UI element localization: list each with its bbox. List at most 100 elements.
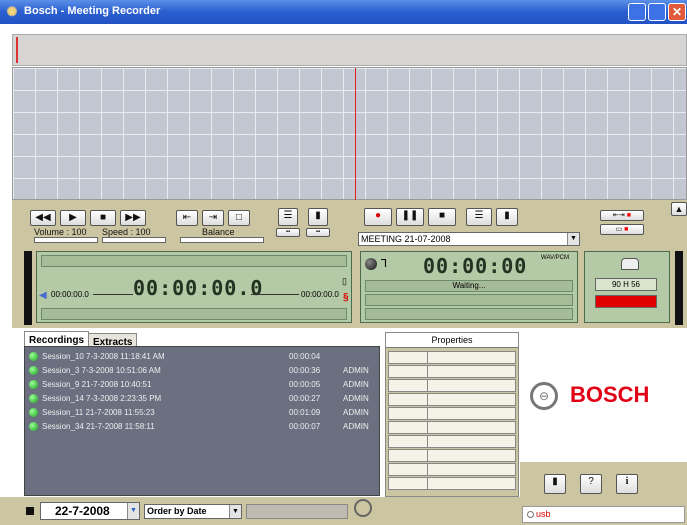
meeting-select[interactable]: MEETING 21-07-2008 ▼ xyxy=(358,232,580,246)
search-icon[interactable] xyxy=(354,499,372,517)
microphone-icon: ⅂ xyxy=(381,258,388,270)
footer-right-panel: ▮ ? i usb xyxy=(520,462,687,525)
record-stop-button[interactable]: ■ xyxy=(428,208,456,226)
volume-slider[interactable] xyxy=(34,237,98,243)
disk-usage-bar xyxy=(595,295,657,308)
status-dot-icon xyxy=(29,352,38,361)
help-button[interactable]: ? xyxy=(580,474,602,494)
waveform-grid[interactable] xyxy=(12,67,687,201)
property-divider xyxy=(427,394,428,405)
property-row xyxy=(388,365,516,378)
list-item[interactable]: Session_3 7-3-2008 10:51:06 AM 00:00:36 AD… xyxy=(25,364,381,377)
recording-user: ADMIN xyxy=(343,408,369,417)
play-button[interactable]: ▶ xyxy=(60,210,86,226)
scroll-up-button[interactable]: ▲ xyxy=(671,202,687,216)
playback-time: 00:00:00.0 xyxy=(133,276,264,300)
extract-button[interactable]: □ xyxy=(228,210,250,226)
date-select[interactable]: 22-7-2008 ▼ xyxy=(40,502,140,520)
meeting-view-button[interactable]: ☰ xyxy=(278,208,298,226)
order-select[interactable]: Order by Date ▼ xyxy=(144,504,242,519)
fast-forward-button[interactable]: ▶▶ xyxy=(120,210,146,226)
position-line-right xyxy=(251,294,299,295)
recorder-display: ⅂ 00:00:00 WAV/PCM Waiting... xyxy=(360,251,578,323)
recorder-time: 00:00:00 xyxy=(423,254,528,278)
property-row xyxy=(388,351,516,364)
recording-duration: 00:01:09 xyxy=(289,408,321,417)
list-item[interactable]: Session_9 21-7-2008 10:40:51 00:00:05 ADMI… xyxy=(25,378,381,391)
chevron-down-icon: ▼ xyxy=(567,233,579,245)
output-level-toggle[interactable]: ⇤⇥ ■ xyxy=(600,210,644,221)
app-icon: ✺ xyxy=(6,4,18,19)
recording-duration: 00:00:05 xyxy=(289,380,321,389)
mark-out-button[interactable]: ⇥ xyxy=(202,210,224,226)
recorder-info-bar-2 xyxy=(365,308,573,320)
marker-icon: § xyxy=(343,292,349,303)
brand-panel: ⊖ BOSCH xyxy=(520,332,687,462)
window-title: Bosch - Meeting Recorder xyxy=(24,5,161,17)
balance-slider[interactable] xyxy=(180,237,264,243)
position-line-left xyxy=(93,294,133,295)
volume-label: Volume : 100 xyxy=(34,227,87,237)
recordings-list[interactable]: Session_10 7-3-2008 11:18:41 AM 00:00:04 S… xyxy=(24,346,380,496)
recording-name: Session_10 7-3-2008 11:18:41 AM xyxy=(42,352,165,361)
tab-extracts[interactable]: Extracts xyxy=(88,333,138,348)
property-row xyxy=(388,393,516,406)
usb-status-label: usb xyxy=(536,509,551,519)
close-button[interactable]: ✕ xyxy=(668,3,686,21)
microphone-select-button[interactable]: ▮ xyxy=(308,208,328,226)
list-item[interactable]: Session_34 21-7-2008 11:58:11 00:00:07 ADM… xyxy=(25,420,381,433)
meeting-settings-button[interactable]: ☰ xyxy=(466,208,492,226)
bosch-logo-icon: ⊖ xyxy=(530,382,558,410)
order-select-value: Order by Date xyxy=(147,506,207,516)
speed-slider[interactable] xyxy=(102,237,166,243)
filter-checkbox[interactable] xyxy=(26,507,34,515)
input-level-toggle[interactable]: ▭ ■ xyxy=(600,224,644,235)
playback-info-bar xyxy=(41,255,347,267)
recording-duration: 00:00:27 xyxy=(289,394,321,403)
maximize-button[interactable] xyxy=(648,3,666,21)
tab-recordings[interactable]: Recordings xyxy=(24,331,90,346)
recorder-info-bar-1 xyxy=(365,294,573,306)
chevron-down-icon: ▼ xyxy=(127,503,139,519)
properties-panel: Properties xyxy=(385,332,519,497)
properties-header: Properties xyxy=(386,333,518,348)
recording-name: Session_34 21-7-2008 11:58:11 xyxy=(42,422,155,431)
speed-label: Speed : 100 xyxy=(102,227,151,237)
status-dot-icon xyxy=(29,380,38,389)
recording-name: Session_9 21-7-2008 10:40:51 xyxy=(42,380,152,389)
status-dot-icon xyxy=(29,422,38,431)
chevron-down-icon: ▼ xyxy=(229,505,241,518)
list-item[interactable]: Session_10 7-3-2008 11:18:41 AM 00:00:04 xyxy=(25,350,381,363)
search-field[interactable] xyxy=(246,504,348,519)
property-row xyxy=(388,435,516,448)
property-divider xyxy=(427,408,428,419)
mark-in-button[interactable]: ⇤ xyxy=(176,210,198,226)
rewind-button[interactable]: ◀◀ xyxy=(30,210,56,226)
user-login-button[interactable]: ▮ xyxy=(544,474,566,494)
property-divider xyxy=(427,464,428,475)
property-row xyxy=(388,449,516,462)
minimize-button[interactable] xyxy=(628,3,646,21)
recording-user: ADMIN xyxy=(343,394,369,403)
record-button[interactable]: ● xyxy=(364,208,392,226)
recording-name: Session_11 21-7-2008 11:55:23 xyxy=(42,408,155,417)
balance-label: Balance xyxy=(202,227,235,237)
property-row xyxy=(388,407,516,420)
info-button[interactable]: i xyxy=(616,474,638,494)
list-item[interactable]: Session_11 21-7-2008 11:55:23 00:01:09 ADM… xyxy=(25,406,381,419)
status-dot-icon xyxy=(29,394,38,403)
stop-button[interactable]: ■ xyxy=(90,210,116,226)
record-indicator-icon xyxy=(365,258,377,270)
usb-status-icon xyxy=(527,511,534,518)
meeting-select-value: MEETING 21-07-2008 xyxy=(361,234,451,244)
page-icon: ▯ xyxy=(342,276,347,286)
channel-select-b[interactable]: ▪▪ xyxy=(306,228,330,237)
list-item[interactable]: Session_14 7-3-2008 2:23:35 PM 00:00:27 AD… xyxy=(25,392,381,405)
playhead-cursor[interactable] xyxy=(355,68,356,201)
channel-select-a[interactable]: ▪▪ xyxy=(276,228,300,237)
pause-button[interactable]: ❚❚ xyxy=(396,208,424,226)
time-end: 00:00:00.0 xyxy=(301,290,339,299)
record-mic-button[interactable]: ▮ xyxy=(496,208,518,226)
timeline-ruler[interactable] xyxy=(12,34,687,66)
date-select-value: 22-7-2008 xyxy=(55,504,110,518)
